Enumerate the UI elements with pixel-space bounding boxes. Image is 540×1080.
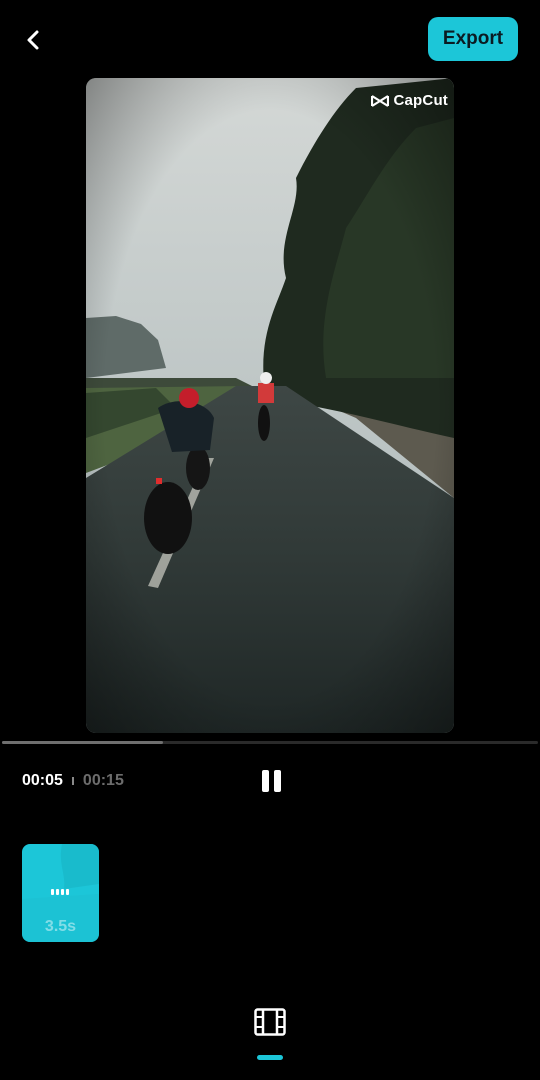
clip-duration: 3.5s bbox=[44, 918, 77, 935]
total-time: 00:15 bbox=[82, 772, 124, 789]
time-display: 00:05 00:15 bbox=[22, 772, 124, 790]
video-frame bbox=[86, 78, 454, 733]
chevron-left-icon bbox=[27, 30, 39, 50]
current-time: 00:05 bbox=[22, 772, 63, 789]
capcut-watermark: CapCut bbox=[371, 92, 448, 109]
tab-clips[interactable] bbox=[250, 1002, 290, 1042]
capcut-logo-icon bbox=[371, 94, 390, 107]
video-export-screen: Export CapCut 00:05 00:15 3.5s bbox=[0, 0, 540, 1080]
playback-progress-fill bbox=[2, 741, 163, 744]
pause-icon bbox=[261, 770, 269, 792]
video-preview[interactable]: CapCut bbox=[86, 78, 454, 733]
watermark-text: CapCut bbox=[393, 92, 448, 109]
pause-button[interactable] bbox=[256, 766, 286, 796]
pause-icon-bar bbox=[273, 770, 281, 792]
time-separator bbox=[71, 777, 74, 785]
playback-scrubber[interactable] bbox=[2, 741, 538, 744]
active-tab-indicator bbox=[257, 1055, 283, 1060]
film-strip-icon bbox=[254, 1008, 286, 1036]
clip-drag-handle-icon bbox=[51, 889, 69, 895]
back-button[interactable] bbox=[14, 20, 54, 60]
export-button[interactable]: Export bbox=[428, 17, 518, 61]
timeline-clip[interactable]: 3.5s bbox=[22, 844, 99, 942]
